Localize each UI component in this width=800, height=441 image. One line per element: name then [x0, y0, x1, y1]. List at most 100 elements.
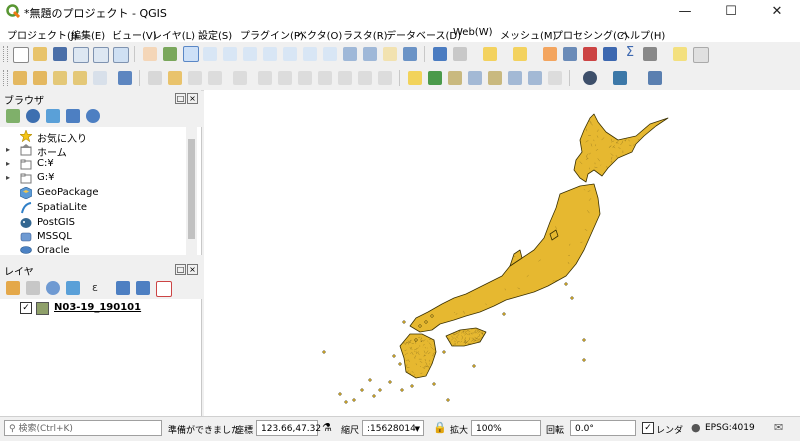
toolbar-grip[interactable]: [3, 70, 8, 86]
expand-arrow-icon[interactable]: ▸: [6, 145, 10, 154]
pan-icon[interactable]: [143, 47, 157, 61]
menu-web[interactable]: Web(W): [453, 27, 493, 38]
messages-icon[interactable]: ✉: [774, 421, 783, 434]
text-annotation-icon[interactable]: [693, 47, 709, 63]
undo-icon[interactable]: [358, 71, 372, 85]
browser-item-postgis[interactable]: PostGIS: [0, 217, 186, 231]
scale-field[interactable]: :15628014 ▼: [362, 420, 424, 436]
layout-manager-icon[interactable]: [93, 47, 109, 63]
menu-project[interactable]: プロジェクト(J): [7, 27, 78, 42]
magnifier-field[interactable]: 100%: [471, 420, 541, 436]
move-label-icon[interactable]: [488, 71, 502, 85]
lock-scale-icon[interactable]: 🔒: [433, 421, 447, 434]
rotate-label-icon[interactable]: [508, 71, 522, 85]
menu-layer[interactable]: レイヤ(L): [152, 27, 195, 42]
layer-visibility-checkbox[interactable]: ✓: [20, 302, 32, 314]
add-feature-icon[interactable]: [208, 71, 222, 85]
refresh-icon[interactable]: [26, 109, 40, 123]
add-group-icon[interactable]: [26, 281, 40, 295]
measure-icon[interactable]: [643, 47, 657, 61]
new-geopackage-layer-icon[interactable]: [33, 71, 47, 85]
rotation-field[interactable]: 0.0°: [570, 420, 636, 436]
label-options-icon[interactable]: [548, 71, 562, 85]
menu-edit[interactable]: 編集(E): [71, 27, 105, 42]
data-source-manager-icon[interactable]: [13, 71, 27, 85]
menu-vector[interactable]: ベクタ(O): [297, 27, 342, 42]
layer-symbol-swatch[interactable]: [36, 302, 49, 315]
filter-expression-icon[interactable]: ε: [88, 281, 102, 295]
menu-database[interactable]: データベース(D): [386, 27, 461, 42]
maximize-button[interactable]: ☐: [708, 0, 754, 24]
add-vector-layer-icon[interactable]: [53, 71, 67, 85]
style-manager-icon[interactable]: [113, 47, 129, 63]
expand-all-icon[interactable]: [116, 281, 130, 295]
collapse-all-icon[interactable]: [136, 281, 150, 295]
select-by-value-icon[interactable]: [513, 47, 527, 61]
save-project-icon[interactable]: [53, 47, 67, 61]
browser-item-mssql[interactable]: MSSQL: [0, 231, 186, 245]
new-project-icon[interactable]: [13, 47, 29, 63]
redo-icon[interactable]: [378, 71, 392, 85]
zoom-layer-icon[interactable]: [263, 47, 277, 61]
close-panel-button[interactable]: ×: [187, 264, 198, 275]
save-edits-icon[interactable]: [188, 71, 202, 85]
filter-icon[interactable]: [46, 109, 60, 123]
minimize-button[interactable]: —: [662, 0, 708, 24]
layer-name[interactable]: N03-19_190101: [54, 302, 141, 313]
new-map-view-icon[interactable]: [343, 47, 357, 61]
zoom-last-icon[interactable]: [303, 47, 317, 61]
layer-row[interactable]: ✓ N03-19_190101: [0, 302, 196, 316]
zoom-native-icon[interactable]: [283, 47, 297, 61]
filter-legend-icon[interactable]: [66, 281, 80, 295]
zoom-full-icon[interactable]: [223, 47, 237, 61]
processing-toolbox-icon[interactable]: [603, 47, 617, 61]
menu-processing[interactable]: プロセシング(C): [553, 27, 628, 42]
menu-help[interactable]: ヘルプ(H): [620, 27, 665, 42]
close-panel-button[interactable]: ×: [187, 93, 198, 104]
field-calculator-icon[interactable]: [583, 47, 597, 61]
new-3d-map-view-icon[interactable]: [363, 47, 377, 61]
manage-map-themes-icon[interactable]: [46, 281, 60, 295]
toggle-extents-icon[interactable]: ⚗: [322, 421, 332, 434]
pan-to-selection-icon[interactable]: [163, 47, 177, 61]
pin-labels-icon[interactable]: [428, 71, 442, 85]
change-label-icon[interactable]: [528, 71, 542, 85]
menu-settings[interactable]: 設定(S): [198, 27, 232, 42]
paste-features-icon[interactable]: [338, 71, 352, 85]
new-print-layout-icon[interactable]: [73, 47, 89, 63]
add-selected-layers-icon[interactable]: [6, 109, 20, 123]
menu-plugins[interactable]: プラグイン(P): [240, 27, 304, 42]
browser-item-oracle[interactable]: Oracle: [0, 245, 186, 259]
zoom-next-icon[interactable]: [323, 47, 337, 61]
vector-tiles-icon[interactable]: [118, 71, 132, 85]
browser-item-favorites[interactable]: お気に入り: [0, 130, 186, 145]
help-book-icon[interactable]: [648, 71, 662, 85]
vertex-tool-icon[interactable]: [233, 71, 247, 85]
float-panel-button[interactable]: □: [175, 93, 186, 104]
run-action-icon[interactable]: [453, 47, 467, 61]
open-project-icon[interactable]: [33, 47, 47, 61]
modify-attributes-icon[interactable]: [258, 71, 272, 85]
toggle-editing-icon[interactable]: [168, 71, 182, 85]
label-tool-icon[interactable]: [408, 71, 422, 85]
menu-mesh[interactable]: メッシュ(M): [500, 27, 556, 42]
menu-view[interactable]: ビュー(V): [112, 27, 157, 42]
map-tips-icon[interactable]: [673, 47, 687, 61]
scrollbar-thumb[interactable]: [188, 139, 195, 239]
float-panel-button[interactable]: □: [175, 264, 186, 275]
refresh-icon[interactable]: [403, 47, 417, 61]
toolbar-grip[interactable]: [3, 46, 8, 62]
browser-scrollbar[interactable]: [186, 127, 197, 255]
identify-icon[interactable]: [433, 47, 447, 61]
map-canvas[interactable]: [204, 90, 800, 416]
browser-item-c-drive[interactable]: ▸ C:¥: [0, 158, 186, 172]
deselect-icon[interactable]: [543, 47, 557, 61]
browser-item-spatialite[interactable]: SpatiaLite: [0, 202, 186, 216]
bookmark-icon[interactable]: [383, 47, 397, 61]
render-checkbox[interactable]: ✓: [642, 422, 654, 434]
menu-raster[interactable]: ラスタ(R): [343, 27, 388, 42]
zoom-in-icon[interactable]: [183, 46, 199, 62]
new-temporary-layer-icon[interactable]: [93, 71, 107, 85]
collapse-all-icon[interactable]: [66, 109, 80, 123]
attribute-table-icon[interactable]: [563, 47, 577, 61]
